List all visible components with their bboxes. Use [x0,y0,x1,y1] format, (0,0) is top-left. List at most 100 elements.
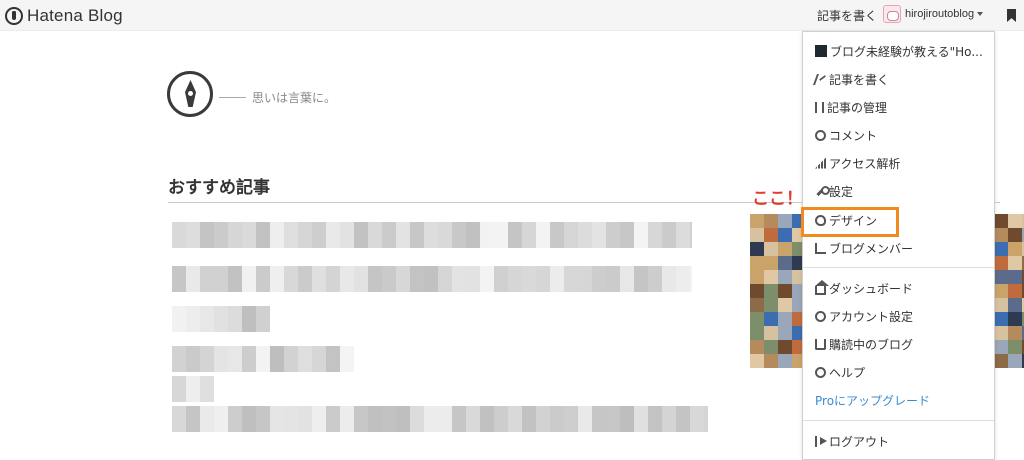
mosaic-cell [452,406,466,432]
menu-item-account[interactable]: アカウント設定 [803,303,994,329]
menu-item-label: ブログメンバー [829,241,914,256]
hatena-blog-logo[interactable]: Hatena Blog [5,5,123,27]
menu-item-label: コメント [829,128,878,143]
menu-item-analytics[interactable]: アクセス解析 [803,150,994,176]
mosaic-cell [620,222,634,248]
menu-item-help[interactable]: ヘルプ [803,359,994,385]
mosaic-cell [228,346,242,372]
menu-item-blog[interactable]: ブログ未経験が教える"Ho... [803,38,994,64]
mosaic-cell [480,266,494,292]
mosaic-cell [214,266,228,292]
mosaic-cell [792,312,802,326]
blurred-article-list [172,222,712,452]
mosaic-cell [242,266,256,292]
mosaic-cell [750,312,764,326]
page: Hatena Blog 記事を書く hirojiroutoblog 思いは言葉に… [0,0,1024,460]
mosaic-cell [522,266,536,292]
menu-item-settings[interactable]: 設定 [803,178,994,204]
mosaic-cell [606,222,620,248]
mosaic-cell [256,266,270,292]
mosaic-cell [494,266,508,292]
mosaic-cell [994,354,1008,368]
menu-item-label: 記事を書く [829,72,890,87]
mosaic-cell [466,266,480,292]
mosaic-cell [778,340,792,354]
mosaic-cell [410,266,424,292]
mosaic-cell [382,222,396,248]
pro-upgrade-link[interactable]: Proにアップグレード [803,387,994,413]
mosaic-cell [750,228,764,242]
mosaic-cell [778,270,792,284]
bookmark-icon[interactable] [1007,9,1016,22]
mosaic-cell [792,256,802,270]
mosaic-cell [606,266,620,292]
mosaic-cell [764,284,778,298]
design-highlight-box [801,207,899,237]
mosaic-cell [648,406,662,432]
mosaic-cell [994,298,1008,312]
mosaic-cell [994,312,1008,326]
mosaic-cell [792,326,802,340]
blurred-text-row [172,346,354,372]
mosaic-cell [312,266,326,292]
mosaic-cell [536,266,550,292]
menu-item-manage[interactable]: 記事の管理 [803,94,994,120]
mosaic-cell [994,256,1008,270]
mosaic-cell [994,270,1008,284]
mosaic-cell [750,270,764,284]
mosaic-cell [778,214,792,228]
hatena-logo-icon [5,7,23,25]
mosaic-cell [284,266,298,292]
mosaic-cell [494,406,508,432]
mosaic-cell [508,222,522,248]
menu-item-logout[interactable]: ログアウト [803,428,994,454]
mosaic-cell [480,406,494,432]
mosaic-cell [592,406,606,432]
menu-item-write[interactable]: 記事を書く [803,66,994,92]
menu-item-dashboard[interactable]: ダッシュボード [803,275,994,301]
logo-text: Hatena Blog [27,6,123,25]
mosaic-cell [764,256,778,270]
mosaic-cell [522,406,536,432]
blog-emblem-icon[interactable] [167,71,213,117]
mosaic-cell [424,266,438,292]
mosaic-cell [564,266,578,292]
mosaic-cell [368,266,382,292]
mosaic-cell [368,222,382,248]
menu-item-members[interactable]: ブログメンバー [803,235,994,261]
mosaic-cell [396,406,410,432]
mosaic-cell [634,222,648,248]
write-article-link[interactable]: 記事を書く [817,7,877,24]
help-icon [815,366,826,378]
mosaic-cell [200,376,214,402]
mosaic-cell [214,406,228,432]
mosaic-cell [764,214,778,228]
mosaic-cell [550,406,564,432]
mosaic-cell [564,406,578,432]
mosaic-cell [778,298,792,312]
mosaic-cell [438,406,452,432]
menu-item-subscriptions[interactable]: 購読中のブログ [803,331,994,357]
mosaic-cell [172,306,186,332]
mosaic-cell [312,406,326,432]
mosaic-cell [298,222,312,248]
mosaic-cell [494,222,508,248]
mosaic-cell [368,406,382,432]
blurred-text-row [172,406,708,432]
mosaic-cell [186,266,200,292]
mosaic-cell [424,222,438,248]
tagline-rule [219,97,246,98]
mosaic-cell [536,222,550,248]
members-icon [815,242,826,254]
mosaic-cell [750,354,764,368]
mosaic-cell [592,222,606,248]
mosaic-cell [172,406,186,432]
mosaic-cell [792,354,802,368]
menu-item-comment[interactable]: コメント [803,122,994,148]
mosaic-cell [186,306,200,332]
mosaic-cell [994,340,1008,354]
manage-icon [815,101,824,113]
mosaic-cell [326,266,340,292]
user-menu-toggle[interactable]: hirojiroutoblog [883,5,984,23]
mosaic-cell [764,242,778,256]
